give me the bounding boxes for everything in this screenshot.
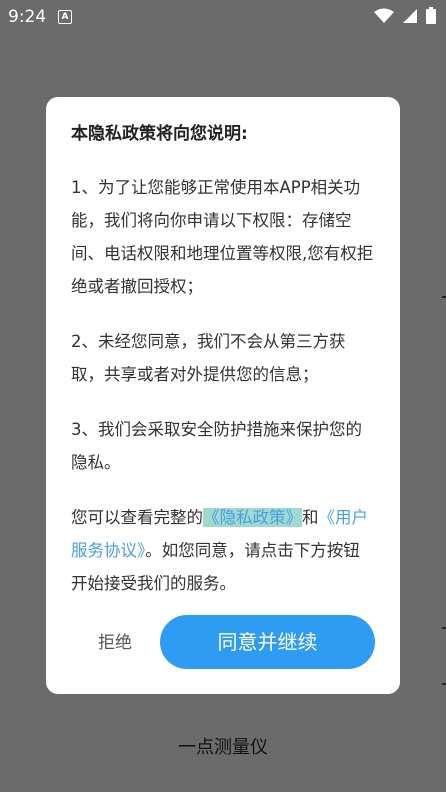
- paragraph-permissions: 1、为了让您能够正常使用本APP相关功能，我们将向你申请以下权限：存储空间、电话…: [71, 178, 374, 296]
- edge-mark: [442, 683, 446, 685]
- paragraph-agreement: 您可以查看完整的《隐私政策》和《用户服务协议》。如您同意，请点击下方按钮开始接受…: [71, 501, 375, 600]
- edge-mark: [442, 627, 446, 629]
- privacy-dialog: 本隐私政策将向您说明: 1、为了让您能够正常使用本APP相关功能，我们将向你申请…: [46, 97, 400, 694]
- dialog-title: 本隐私政策将向您说明:: [71, 124, 248, 144]
- agree-continue-button[interactable]: 同意并继续: [160, 615, 375, 669]
- agreement-and: 和: [302, 508, 319, 527]
- paragraph-no-sharing: 2、未经您同意，我们不会从第三方获取，共享或者对外提供您的信息；: [71, 332, 346, 384]
- wifi-icon: [374, 8, 394, 23]
- edge-mark: [442, 296, 446, 298]
- paragraph-protection: 3、我们会采取安全防护措施来保护您的隐私。: [71, 420, 362, 472]
- signal-icon: [403, 8, 417, 23]
- a-badge-icon: A: [58, 10, 72, 24]
- reject-button[interactable]: 拒绝: [86, 617, 144, 669]
- app-name-label: 一点测量仪: [178, 737, 268, 758]
- battery-icon: [426, 7, 436, 24]
- status-icons: [374, 7, 436, 24]
- status-bar: 9:24 A: [0, 0, 446, 34]
- status-time: 9:24: [8, 7, 47, 27]
- agreement-prefix: 您可以查看完整的: [71, 508, 203, 527]
- privacy-policy-link[interactable]: 《隐私政策》: [203, 508, 302, 527]
